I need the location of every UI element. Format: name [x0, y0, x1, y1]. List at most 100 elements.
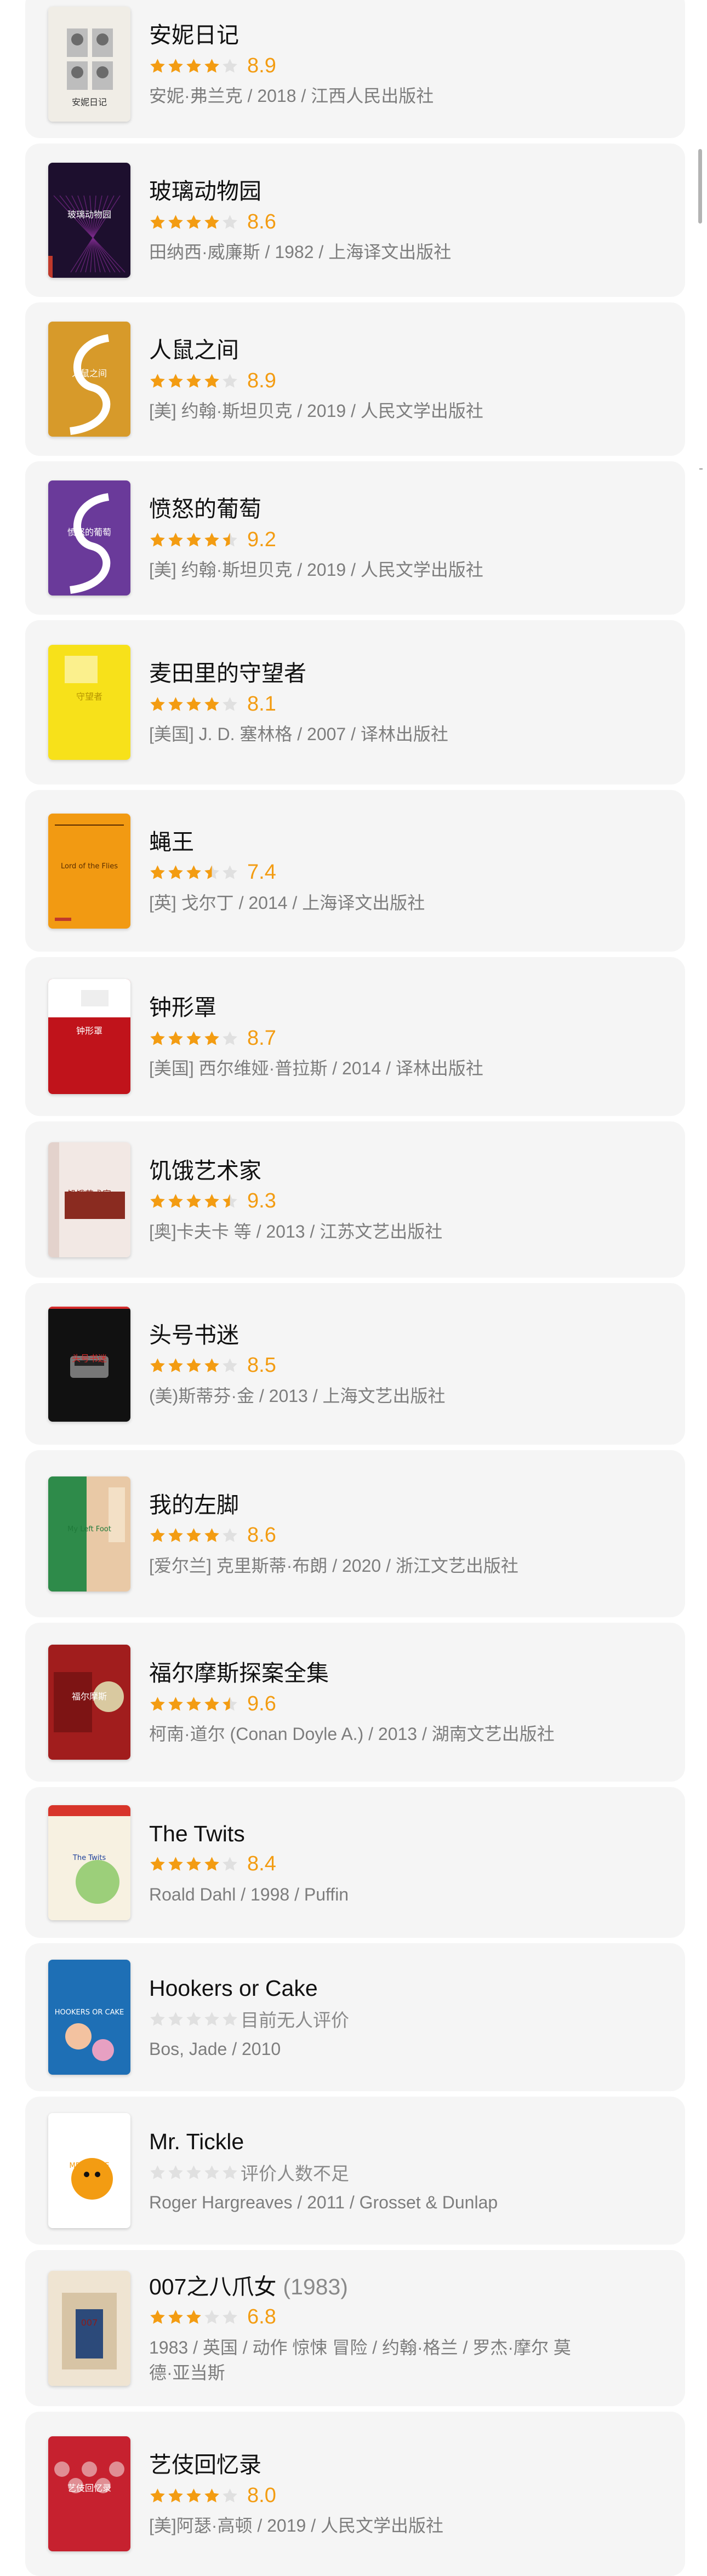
book-cover[interactable]: 艺伎回忆录 — [48, 2436, 130, 2551]
book-card[interactable]: 人鼠之间 人鼠之间 8.9 [美] 约翰·斯坦贝克 / 2019 / 人民文学出版社 — [25, 302, 685, 456]
book-title[interactable]: 麦田里的守望者 — [149, 658, 306, 689]
book-cover[interactable]: 钟形罩 — [48, 979, 130, 1094]
book-cover[interactable]: 玻璃动物园 — [48, 163, 130, 278]
star-full-icon — [168, 1696, 183, 1711]
rating-score: 8.9 — [247, 369, 276, 392]
book-card[interactable]: HOOKERS OR CAKE Hookers or Cake 目前无人评价 Bos,… — [25, 1943, 685, 2091]
book-year: (1983) — [283, 2274, 348, 2299]
star-full-icon — [150, 865, 165, 879]
cover-title-text: The Twits — [72, 1854, 106, 1862]
rating-score: 8.5 — [247, 1354, 276, 1377]
book-info: 头号书迷 8.5 (美)斯蒂芬·金 / 2013 / 上海文艺出版社 — [149, 1320, 575, 1409]
rating-score: 8.0 — [247, 2483, 276, 2507]
rating-stars — [149, 1030, 240, 1047]
star-full-icon — [150, 2488, 165, 2503]
title-row: Mr. Tickle — [149, 2126, 575, 2157]
title-row: The Twits — [149, 1818, 575, 1849]
book-title[interactable]: Hookers or Cake — [149, 1973, 318, 2003]
rating-row: 8.6 — [149, 1520, 575, 1551]
book-cover[interactable]: 福尔摩斯 — [48, 1645, 130, 1760]
book-cover[interactable]: 愤怒的葡萄 — [48, 480, 130, 596]
book-title[interactable]: 艺伎回忆录 — [149, 2449, 261, 2480]
book-meta: [奥]卡夫卡 等 / 2013 / 江苏文艺出版社 — [149, 1221, 443, 1241]
cover-title-text: 007 — [81, 2317, 98, 2328]
book-title[interactable]: 头号书迷 — [149, 1320, 239, 1350]
book-title[interactable]: Mr. Tickle — [149, 2126, 244, 2157]
book-cover[interactable]: Lord of the Flies — [48, 813, 130, 929]
book-cover[interactable]: My Left Foot — [48, 1476, 130, 1592]
rating-score: 9.3 — [247, 1189, 276, 1212]
star-full-icon — [168, 1194, 183, 1208]
book-card[interactable]: 艺伎回忆录 艺伎回忆录 8.0 [美]阿瑟·高顿 / 2019 / 人民文学出版社 — [25, 2412, 685, 2576]
rating-row: 8.7 — [149, 1023, 575, 1054]
book-cover[interactable]: 安妮日记 — [48, 7, 130, 122]
rating-row: 8.5 — [149, 1350, 575, 1381]
book-info: 安妮日记 8.9 安妮·弗兰克 / 2018 / 江西人民出版社 — [149, 20, 575, 108]
star-full-icon — [168, 696, 183, 711]
rating-score: 8.1 — [247, 692, 276, 715]
book-info: 蝇王 7.4 [英] 戈尔丁 / 2014 / 上海译文出版社 — [149, 827, 575, 915]
book-info: 福尔摩斯探案全集 9.6 柯南·道尔 (Conan Doyle A.) / 2013… — [149, 1658, 575, 1747]
book-cover[interactable]: HOOKERS OR CAKE — [48, 1960, 130, 2075]
rating-stars — [149, 373, 240, 390]
rating-score: 9.2 — [247, 528, 276, 551]
star-full-icon — [168, 2310, 183, 2324]
book-title[interactable]: 我的左脚 — [149, 1490, 239, 1520]
book-card[interactable]: 福尔摩斯 福尔摩斯探案全集 9.6 柯南·道尔 (Conan Doyle A.) / … — [25, 1623, 685, 1782]
book-card[interactable]: My Left Foot 我的左脚 8.6 [爱尔兰] 克里斯蒂·布朗 / 2020 … — [25, 1450, 685, 1617]
book-card[interactable]: MR. TICKLE Mr. Tickle 评价人数不足 Roger Hargreav… — [25, 2097, 685, 2245]
anne-frank-diary-cover-icon: 安妮日记 — [48, 7, 130, 122]
book-cover[interactable]: 饥饿艺术家 — [48, 1142, 130, 1257]
book-card[interactable]: 玻璃动物园 玻璃动物园 8.6 田纳西·威廉斯 / 1982 / 上海译文出版社 — [25, 144, 685, 297]
book-card[interactable]: 愤怒的葡萄 愤怒的葡萄 9.2 [美] 约翰·斯坦贝克 / 2019 / 人民文学出版… — [25, 461, 685, 615]
star-full-icon — [168, 532, 183, 547]
book-card[interactable]: The Twits The Twits 8.4 Roald Dahl / 1998 /… — [25, 1787, 685, 1938]
star-full-icon — [150, 1031, 165, 1045]
book-info: Mr. Tickle 评价人数不足 Roger Hargreaves / 2011 … — [149, 2126, 575, 2215]
scrollbar-thumb[interactable] — [698, 149, 702, 224]
book-card[interactable]: 安妮日记 安妮日记 8.9 安妮·弗兰克 / 2018 / 江西人民出版社 — [25, 0, 685, 138]
book-cover[interactable]: 007 — [48, 2270, 130, 2386]
book-cover[interactable]: 头号书迷 — [48, 1306, 130, 1422]
star-full-icon — [150, 696, 165, 711]
scroll-indicator-tick — [699, 468, 703, 470]
star-full-icon — [186, 58, 201, 73]
rating-row: 8.1 — [149, 689, 575, 719]
book-card[interactable]: 钟形罩 钟形罩 8.7 [美国] 西尔维娅·普拉斯 / 2014 / 译林出版社 — [25, 957, 685, 1116]
book-cover[interactable]: The Twits — [48, 1805, 130, 1920]
cover-title-text: 安妮日记 — [72, 97, 107, 107]
book-title[interactable]: 007之八爪女 — [149, 2271, 276, 2302]
bell-jar-cover-icon: 钟形罩 — [48, 979, 130, 1094]
cover-title-text: Lord of the Flies — [61, 862, 118, 871]
book-info: 麦田里的守望者 8.1 [美国] J. D. 塞林格 / 2007 / 译林出版社 — [149, 658, 575, 747]
star-full-icon — [204, 1358, 219, 1372]
star-full-icon — [186, 532, 201, 547]
book-card[interactable]: Lord of the Flies 蝇王 7.4 [英] 戈尔丁 / 2014 / 上… — [25, 790, 685, 952]
book-title[interactable]: 人鼠之间 — [149, 335, 239, 365]
book-card[interactable]: 守望者 麦田里的守望者 8.1 [美国] J. D. 塞林格 / 2007 / 译林出… — [25, 620, 685, 785]
catcher-in-the-rye-cover-icon: 守望者 — [48, 645, 130, 760]
glass-menagerie-cover-icon: 玻璃动物园 — [48, 163, 130, 278]
book-cover[interactable]: 守望者 — [48, 645, 130, 760]
title-row: 007之八爪女 (1983) — [149, 2271, 575, 2302]
book-title[interactable]: 蝇王 — [149, 827, 194, 857]
book-meta: 1983 / 英国 / 动作 惊悚 冒险 / 约翰·格兰 / 罗杰·摩尔 莫德·… — [149, 2337, 571, 2383]
star-full-icon — [168, 1358, 183, 1372]
book-title[interactable]: 玻璃动物园 — [149, 176, 261, 207]
book-info: 我的左脚 8.6 [爱尔兰] 克里斯蒂·布朗 / 2020 / 浙江文艺出版社 — [149, 1490, 575, 1578]
star-full-icon — [204, 1528, 219, 1542]
rating-stars — [149, 864, 240, 881]
book-title[interactable]: 饥饿艺术家 — [149, 1155, 261, 1186]
book-card[interactable]: 007 007之八爪女 (1983) 6.8 1983 / 英国 / 动作 惊悚 冒险 … — [25, 2250, 685, 2406]
book-meta: [美国] 西尔维娅·普拉斯 / 2014 / 译林出版社 — [149, 1058, 483, 1078]
book-card[interactable]: 饥饿艺术家 饥饿艺术家 9.3 [奥]卡夫卡 等 / 2013 / 江苏文艺出版社 — [25, 1121, 685, 1278]
book-meta: [英] 戈尔丁 / 2014 / 上海译文出版社 — [149, 892, 425, 913]
book-cover[interactable]: 人鼠之间 — [48, 322, 130, 437]
book-card[interactable]: 头号书迷 头号书迷 8.5 (美)斯蒂芬·金 / 2013 / 上海文艺出版社 — [25, 1283, 685, 1445]
book-title[interactable]: 福尔摩斯探案全集 — [149, 1658, 329, 1688]
book-title[interactable]: 愤怒的葡萄 — [149, 494, 261, 524]
book-title[interactable]: 安妮日记 — [149, 20, 239, 50]
book-cover[interactable]: MR. TICKLE — [48, 2113, 130, 2228]
book-title[interactable]: The Twits — [149, 1818, 245, 1849]
book-title[interactable]: 钟形罩 — [149, 992, 216, 1023]
